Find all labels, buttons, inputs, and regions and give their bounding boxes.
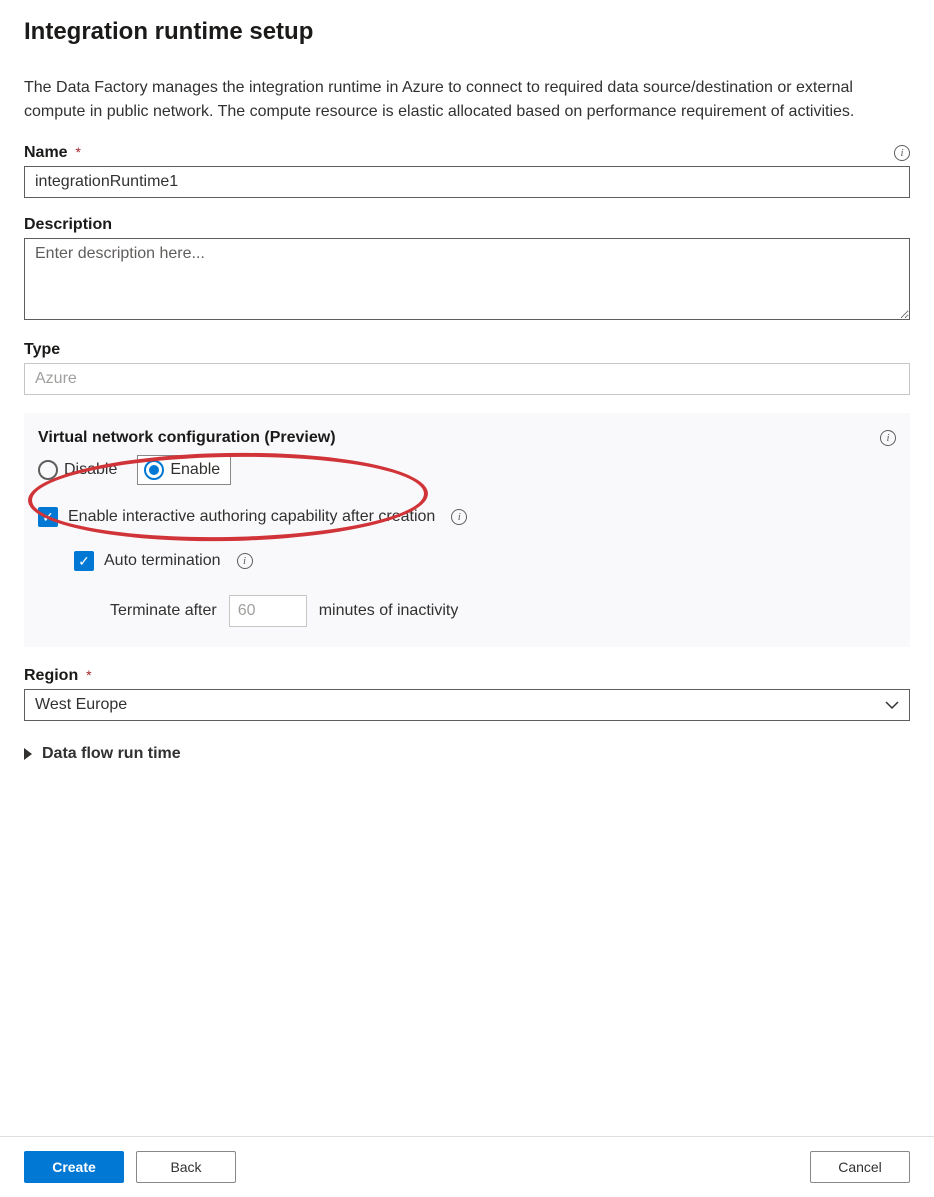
info-icon[interactable]: i (451, 509, 467, 525)
auto-termination-label: Auto termination (104, 552, 221, 570)
info-icon[interactable]: i (894, 145, 910, 161)
info-icon[interactable]: i (237, 553, 253, 569)
name-field: Name * i (24, 144, 910, 198)
region-required: * (86, 667, 91, 683)
region-select[interactable]: West Europe (24, 689, 910, 721)
vnet-disable-label: Disable (64, 461, 117, 479)
page-title: Integration runtime setup (24, 0, 910, 54)
terminate-minutes-input[interactable] (229, 595, 307, 627)
name-input[interactable] (24, 166, 910, 198)
description-label: Description (24, 216, 112, 234)
dataflow-label: Data flow run time (42, 745, 181, 763)
name-label: Name (24, 144, 68, 161)
region-value: West Europe (35, 696, 127, 714)
terminate-prefix: Terminate after (110, 602, 217, 620)
interactive-authoring-checkbox[interactable]: ✓ (38, 507, 58, 527)
terminate-after-row: Terminate after minutes of inactivity (110, 595, 896, 627)
interactive-authoring-checkbox-row: ✓ Enable interactive authoring capabilit… (38, 507, 896, 527)
footer-bar: Create Back Cancel (0, 1136, 934, 1197)
radio-unchecked-icon (38, 460, 58, 480)
vnet-disable-radio[interactable]: Disable (38, 456, 125, 484)
vnet-title: Virtual network configuration (Preview) (38, 429, 336, 447)
name-required: * (75, 144, 80, 160)
chevron-down-icon (885, 698, 899, 712)
dataflow-expander[interactable]: Data flow run time (24, 745, 910, 763)
checkmark-icon: ✓ (42, 510, 54, 524)
auto-termination-checkbox-row: ✓ Auto termination i (74, 551, 896, 571)
vnet-enable-radio[interactable]: Enable (137, 455, 231, 485)
type-label: Type (24, 341, 60, 359)
triangle-right-icon (24, 748, 32, 760)
region-label: Region (24, 667, 78, 684)
region-field: Region * West Europe (24, 667, 910, 721)
create-button[interactable]: Create (24, 1151, 124, 1183)
auto-termination-checkbox[interactable]: ✓ (74, 551, 94, 571)
vnet-panel: Virtual network configuration (Preview) … (24, 413, 910, 647)
terminate-suffix: minutes of inactivity (319, 602, 459, 620)
back-button[interactable]: Back (136, 1151, 236, 1183)
radio-checked-icon (144, 460, 164, 480)
vnet-radio-group: Disable Enable (38, 455, 896, 485)
interactive-authoring-label: Enable interactive authoring capability … (68, 508, 435, 526)
description-input[interactable] (24, 238, 910, 320)
type-field: Type (24, 341, 910, 395)
checkmark-icon: ✓ (78, 554, 90, 568)
page-description: The Data Factory manages the integration… (24, 76, 910, 124)
cancel-button[interactable]: Cancel (810, 1151, 910, 1183)
vnet-enable-label: Enable (170, 461, 220, 479)
type-input (24, 363, 910, 395)
description-field: Description (24, 216, 910, 323)
info-icon[interactable]: i (880, 430, 896, 446)
